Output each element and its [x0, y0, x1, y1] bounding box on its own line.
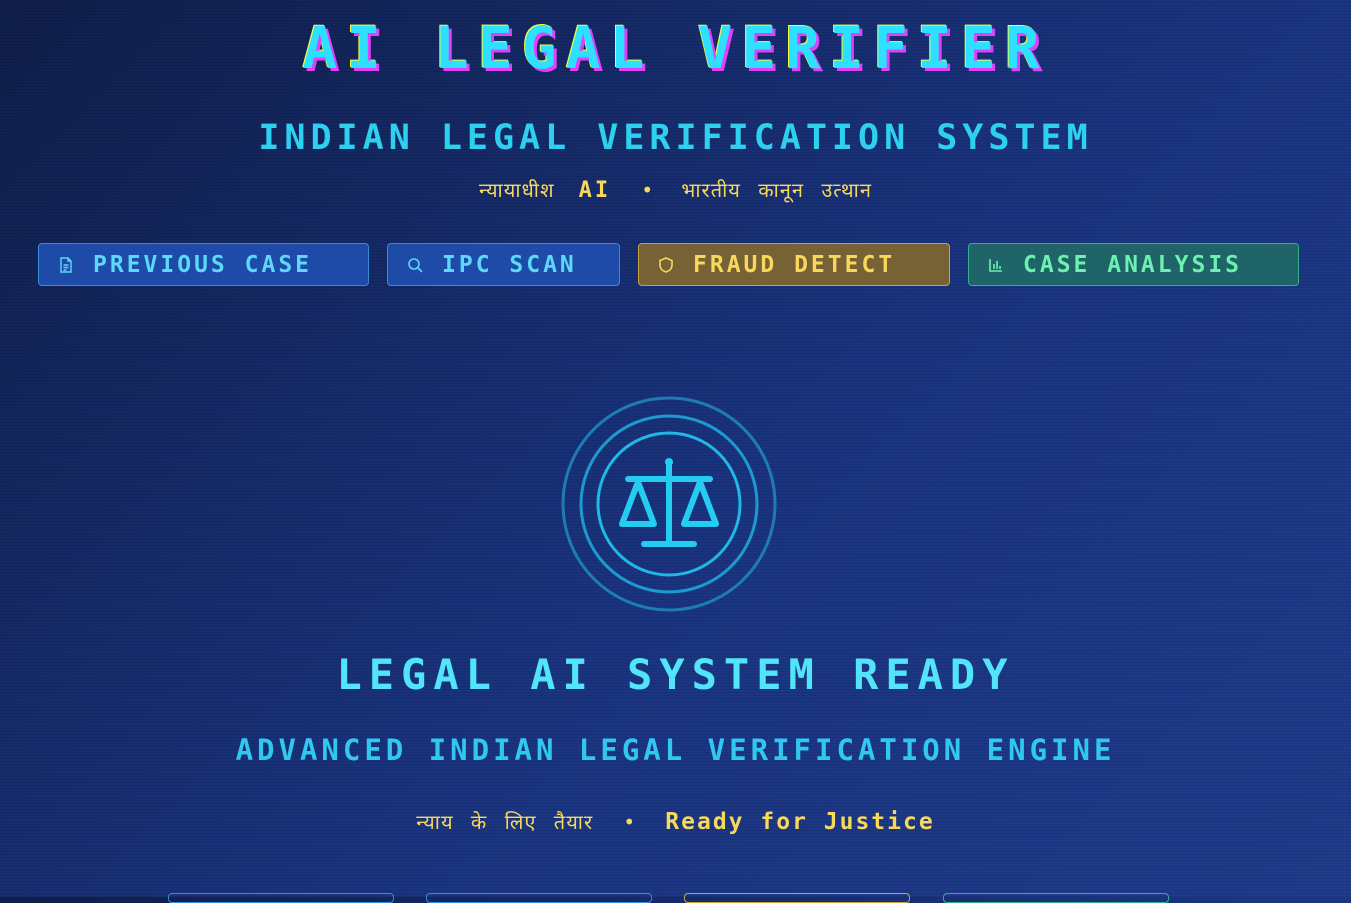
- previous-case-button[interactable]: PREVIOUS CASE: [38, 243, 369, 286]
- previous-case-label: PREVIOUS CASE: [93, 251, 313, 278]
- tagline-hindi-right: भारतीय कानून उत्थान: [681, 178, 872, 202]
- tagline-ai: AI: [578, 178, 612, 203]
- status-english: Ready for Justice: [665, 809, 935, 835]
- app-title: AI LEGAL VERIFIER: [302, 14, 1049, 82]
- bottom-card-4[interactable]: [943, 893, 1169, 903]
- fraud-detect-label: FRAUD DETECT: [693, 251, 896, 278]
- tagline-separator: •: [641, 178, 654, 202]
- tagline: न्यायाधीश AI • भारतीय कानून उत्थान: [0, 176, 1351, 203]
- ipc-scan-label: IPC SCAN: [442, 251, 577, 278]
- document-icon: [57, 256, 75, 274]
- status-subheading: ADVANCED INDIAN LEGAL VERIFICATION ENGIN…: [235, 733, 1116, 767]
- case-analysis-label: CASE ANALYSIS: [1023, 251, 1243, 278]
- app-subtitle: INDIAN LEGAL VERIFICATION SYSTEM: [258, 118, 1093, 158]
- fraud-detect-button[interactable]: FRAUD DETECT: [638, 243, 950, 286]
- shield-icon: [657, 256, 675, 274]
- status-heading: LEGAL AI SYSTEM READY: [336, 650, 1015, 699]
- tagline-hindi-left: न्यायाधीश: [479, 178, 555, 202]
- status-hindi: न्याय के लिए तैयार: [416, 810, 594, 834]
- bottom-card-3[interactable]: [684, 893, 910, 903]
- status-separator: •: [623, 810, 636, 834]
- ipc-scan-button[interactable]: IPC SCAN: [387, 243, 620, 286]
- scales-of-justice-icon: [560, 396, 778, 612]
- status-tagline: न्याय के लिए तैयार • Ready for Justice: [0, 808, 1351, 835]
- search-icon: [406, 256, 424, 274]
- bottom-card-2[interactable]: [426, 893, 652, 903]
- bar-chart-icon: [987, 256, 1005, 274]
- bottom-card-1[interactable]: [168, 893, 394, 903]
- case-analysis-button[interactable]: CASE ANALYSIS: [968, 243, 1299, 286]
